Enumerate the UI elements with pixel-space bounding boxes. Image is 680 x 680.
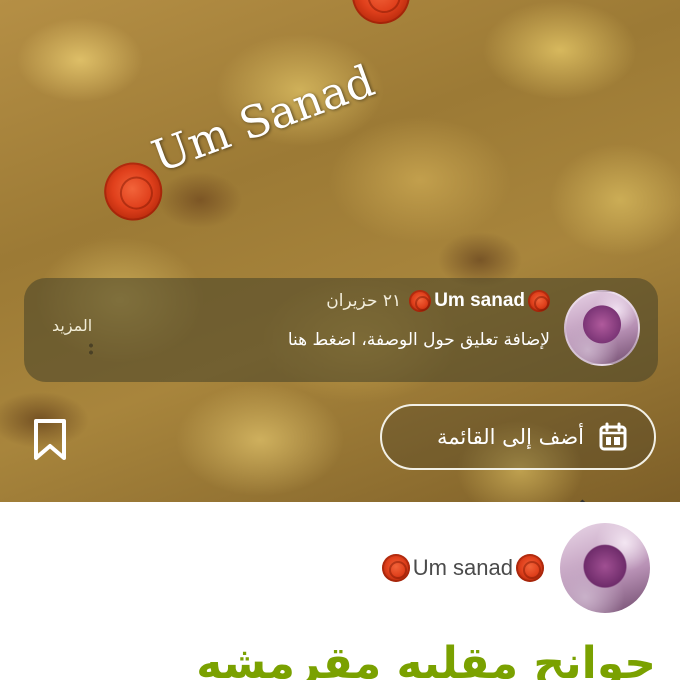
recipe-title: جوانح مقليه مقرمشه (196, 638, 656, 680)
comment-author-name: Um sanad (434, 290, 525, 311)
add-to-list-button[interactable]: أضف إلى القائمة (380, 404, 656, 470)
rose-icon (528, 290, 550, 312)
rose-icon (343, 0, 419, 33)
rose-icon (409, 290, 432, 312)
author-name: Um sanad (412, 555, 513, 580)
comment-card[interactable]: ٢١ حزيران Um sanad لإضافة تعليق حول الوص… (24, 278, 658, 382)
more-dots-icon (88, 342, 94, 356)
photo-watermark: Um Sanad (62, 0, 468, 240)
rose-icon (381, 554, 410, 582)
watermark-text: Um Sanad (145, 55, 381, 183)
bookmark-icon[interactable] (32, 418, 68, 462)
commenter-avatar (564, 290, 640, 366)
comment-meta: ٢١ حزيران Um sanad (326, 288, 550, 314)
add-to-list-label: أضف إلى القائمة (437, 425, 584, 449)
rose-icon (516, 554, 544, 582)
comment-author: Um sanad (409, 290, 550, 312)
recipe-photo: Um Sanad ٢١ حزيران Um sanad لإضافة تعليق… (0, 0, 680, 502)
comment-date: ٢١ حزيران (326, 291, 402, 311)
recipe-author[interactable]: Um sanad (381, 523, 650, 613)
more-button[interactable]: المزيد (52, 316, 92, 335)
author-name-group: Um sanad (381, 554, 544, 582)
add-comment-prompt[interactable]: لإضافة تعليق حول الوصفة، اضغط هنا (288, 330, 550, 350)
calendar-icon (599, 422, 627, 451)
author-avatar[interactable] (560, 523, 650, 613)
